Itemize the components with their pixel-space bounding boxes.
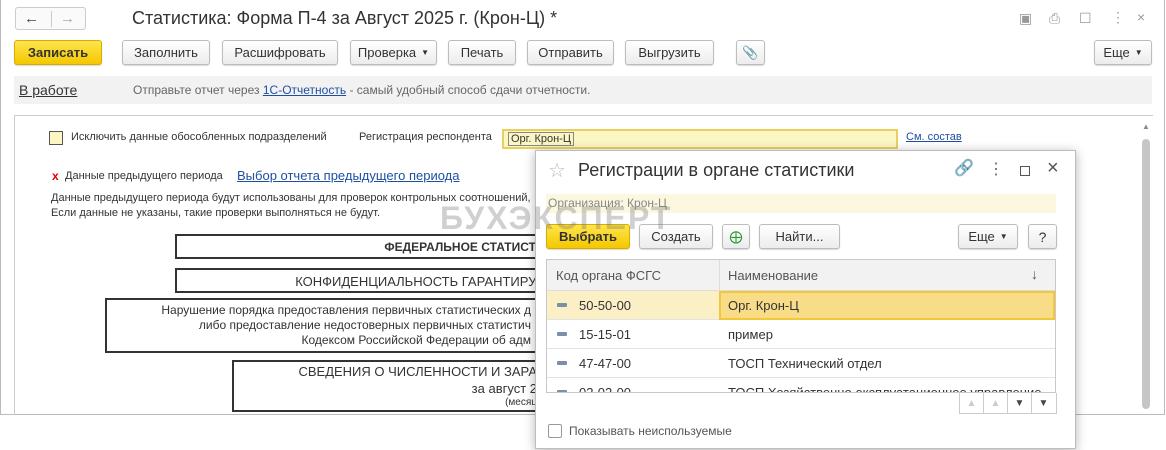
dropdown-arrow-icon: ▼ [999,232,1008,241]
error-x-icon: x [52,169,59,183]
nav-buttons: ← → [15,7,86,30]
row-code: 15-15-01 [579,327,632,342]
more-button[interactable]: Еще ▼ [958,224,1018,249]
dropdown-arrow-icon: ▼ [421,48,430,57]
table-header: Код органа ФСГС Наименование ↓ [547,260,1055,291]
prev-label: Данные предыдущего периода [65,170,223,182]
organization-bar: Организация: Крон-Ц [546,194,1056,213]
forward-icon[interactable]: → [60,10,75,27]
save-icon[interactable]: ▣ [1019,11,1032,25]
nav-divider [51,11,52,27]
item-icon [557,361,567,365]
find-button[interactable]: Найти... [759,224,840,249]
next-row-icon[interactable]: ▼ [1007,393,1031,413]
sort-down-icon[interactable]: ↓ [1031,266,1038,282]
info-bar: В работе Отправьте отчет через 1С-Отчетн… [14,76,1152,104]
check-label: Проверка [357,45,417,60]
info-line-2: за август 2 [471,381,537,396]
info-text-before: Отправьте отчет через [133,83,260,97]
show-unused-label: Показывать неиспользуемые [569,424,732,438]
violation-line-3: Кодексом Российской Федерации об адм [301,333,531,347]
scrollbar[interactable]: ▲ [1140,122,1152,415]
dialog-title: Регистрации в органе статистики [578,160,855,180]
row-name: Орг. Крон-Ц [728,298,799,313]
row-code: 50-50-00 [579,298,632,313]
row-code: 02-02-00 [579,385,632,393]
item-icon [557,390,567,392]
registrations-table: Код органа ФСГС Наименование ↓ 50-50-00 … [546,259,1056,393]
table-row[interactable]: 47-47-00 ТОСП Технический отдел [547,349,1055,378]
federal-text: ФЕДЕРАЛЬНОЕ СТАТИСТИЧ [384,240,553,254]
confidential-text: КОНФИДЕНЦИАЛЬНОСТЬ ГАРАНТИРУЕТ [295,274,553,289]
print-button[interactable]: Печать [448,40,516,65]
first-row-icon[interactable]: ▲ [959,393,983,413]
export-button[interactable]: Выгрузить [625,40,714,65]
check-button[interactable]: Проверка ▼ [350,40,437,65]
preview-icon[interactable]: ☐ [1079,11,1092,25]
more-icon[interactable]: ⋮ [1111,10,1125,24]
more-label: Еще [968,229,995,244]
item-icon [557,303,567,307]
row-name: ТОСП Технический отдел [728,356,882,371]
row-name: ТОСП Хозяйственно-эксплуатационное управ… [728,385,1042,393]
table-row[interactable]: 15-15-01 пример [547,320,1055,349]
registrations-dialog: ☆ Регистрации в органе статистики 🔗 ⋮ × … [535,150,1076,449]
respondent-value: Орг. Крон-Ц [508,132,574,146]
table-row[interactable]: 50-50-00 Орг. Крон-Ц [547,291,1055,320]
create-button[interactable]: Создать [639,224,713,249]
prev-row-icon[interactable]: ▲ [983,393,1007,413]
close-icon[interactable]: × [1047,157,1059,180]
star-icon[interactable]: ☆ [548,158,566,183]
exclude-checkbox[interactable] [49,131,63,145]
paperclip-icon: 📎 [742,44,759,60]
link-icon[interactable]: 🔗 [954,161,974,177]
decode-button[interactable]: Расшифровать [222,40,338,65]
scroll-up-icon[interactable]: ▲ [1142,122,1150,131]
respondent-field[interactable]: Орг. Крон-Ц [502,129,898,149]
prev-report-link[interactable]: Выбор отчета предыдущего периода [237,168,459,183]
back-icon[interactable]: ← [24,10,39,27]
fill-button[interactable]: Заполнить [122,40,210,65]
violation-line-2: либо предоставление недостоверных первич… [198,318,531,332]
exclude-label: Исключить данные обособленных подразделе… [71,131,327,143]
table-nav: ▲ ▲ ▼ ▼ [959,393,1057,414]
show-unused-checkbox[interactable] [548,424,562,438]
composition-link[interactable]: См. состав [906,131,962,143]
item-icon [557,332,567,336]
help-button[interactable]: ? [1028,224,1057,249]
copy-button[interactable]: ⨁ [722,224,750,249]
maximize-icon[interactable] [1020,166,1030,176]
select-button[interactable]: Выбрать [546,224,630,249]
scroll-thumb[interactable] [1142,139,1150,409]
column-name[interactable]: Наименование [728,268,818,283]
info-line-1: СВЕДЕНИЯ О ЧИСЛЕННОСТИ И ЗАРА [298,364,537,379]
row-name: пример [728,327,773,342]
info-line-3: (месяц [505,397,537,408]
info-text: Отправьте отчет через 1С-Отчетность - са… [133,83,590,97]
window-title: Статистика: Форма П-4 за Август 2025 г. … [132,8,558,28]
organization-label: Организация: Крон-Ц [548,196,667,210]
attach-button[interactable]: 📎 [736,40,765,65]
more-button[interactable]: Еще ▼ [1094,40,1152,65]
send-button[interactable]: Отправить [527,40,614,65]
note-line-2: Если данные не указаны, такие проверки в… [51,207,381,219]
save-button[interactable]: Записать [14,40,102,65]
column-divider [719,260,720,291]
more-label: Еще [1103,45,1130,60]
dropdown-arrow-icon: ▼ [1134,48,1143,57]
last-row-icon[interactable]: ▼ [1031,393,1055,413]
respondent-label: Регистрация респондента [359,131,492,143]
column-code[interactable]: Код органа ФСГС [556,268,661,283]
table-row[interactable]: 02-02-00 ТОСП Хозяйственно-эксплуатацион… [547,378,1055,393]
note-line-1: Данные предыдущего периода будут использ… [51,192,531,204]
print-icon[interactable]: ⎙ [1049,11,1060,25]
reporting-link[interactable]: 1С-Отчетность [263,83,346,97]
row-code: 47-47-00 [579,356,632,371]
close-icon[interactable]: × [1137,10,1145,24]
more-icon[interactable]: ⋮ [988,162,1004,178]
info-text-after: - самый удобный способ сдачи отчетности. [349,83,591,97]
status-link[interactable]: В работе [19,82,77,98]
violation-line-1: Нарушение порядка предоставления первичн… [161,303,531,317]
add-document-icon: ⨁ [729,228,743,244]
